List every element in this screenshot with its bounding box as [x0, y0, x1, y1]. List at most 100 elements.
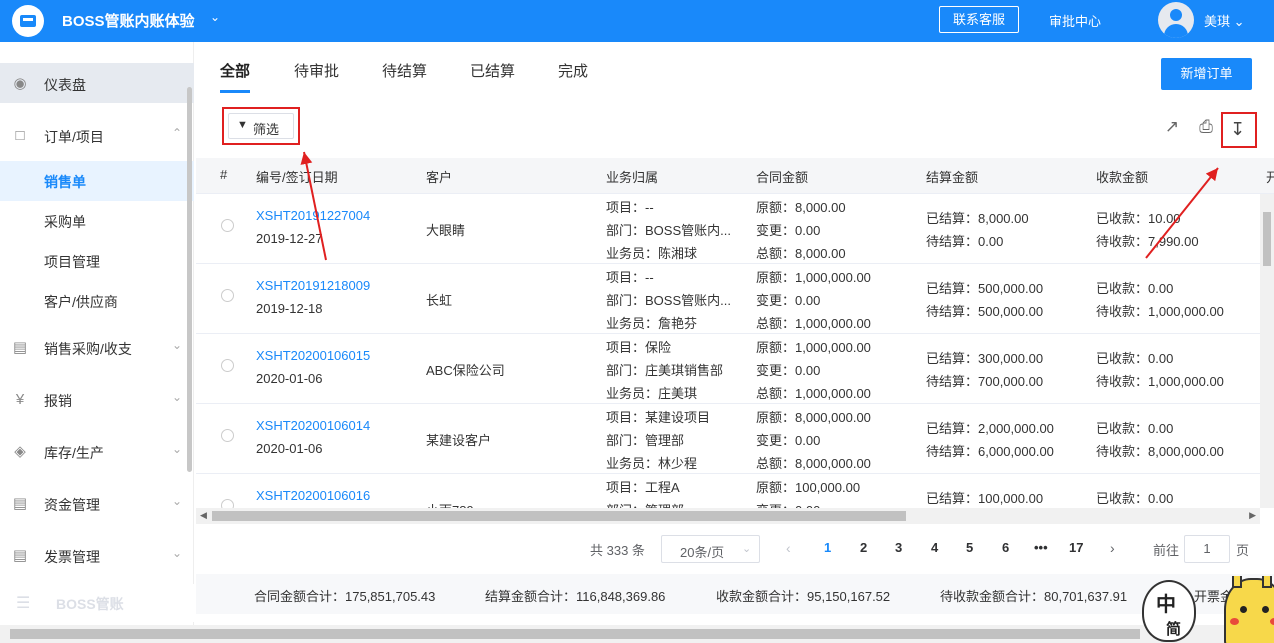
page-size-select[interactable]: 20条/页 ⌄ [661, 535, 760, 563]
table-body: XSHT20191227004 2019-12-27 大眼睛 项目：-- 部门：… [196, 194, 1260, 508]
order-code-link[interactable]: XSHT20200106015 [256, 348, 370, 363]
settled-amount: 已结算：500,000.00 [926, 281, 1044, 296]
column-header[interactable]: 收款金额 [1096, 167, 1148, 186]
page-number[interactable]: 1 [824, 540, 831, 555]
tab-completed[interactable]: 完成 [558, 60, 588, 81]
received-amount: 已收款：0.00 [1096, 281, 1174, 296]
next-page-icon[interactable]: › [1110, 540, 1115, 556]
column-header[interactable]: 合同金额 [756, 167, 808, 186]
export-icon[interactable]: ↗ [1161, 116, 1183, 138]
chevron-down-icon[interactable]: ⌄ [210, 10, 220, 24]
pending-total: 待收款金额合计：80,701,637.91 [940, 589, 1128, 604]
change-amount: 变更：0.00 [756, 293, 821, 308]
tab-pending-approval[interactable]: 待审批 [294, 60, 339, 81]
chevron-down-icon: ⌄ [172, 390, 183, 404]
row-select-radio[interactable] [221, 499, 234, 508]
page-number[interactable]: 5 [966, 540, 973, 555]
app-logo-icon[interactable] [12, 5, 44, 37]
column-header[interactable]: 客户 [426, 167, 452, 186]
page-number[interactable]: 2 [860, 540, 867, 555]
received-total: 收款金额合计：95,150,167.52 [716, 589, 891, 604]
sidebar-item-inventory[interactable]: ◈ 库存/生产 ⌄ [0, 431, 194, 471]
row-select-radio[interactable] [221, 359, 234, 372]
unsettled-amount: 待结算：6,000,000.00 [926, 444, 1054, 459]
row-select-radio[interactable] [221, 429, 234, 442]
top-bar: BOSS管账内账体验 ⌄ 联系客服 审批中心 美琪 ⌄ [0, 0, 1274, 42]
chevron-down-icon: ⌄ [172, 494, 183, 508]
chevron-down-icon: ⌄ [742, 543, 752, 555]
table-vertical-scrollbar[interactable] [1260, 194, 1274, 508]
column-header[interactable]: 结算金额 [926, 167, 978, 186]
goto-page-input[interactable]: 1 [1184, 535, 1230, 563]
chevron-down-icon: ⌄ [1233, 14, 1245, 29]
sidebar-item-funds[interactable]: ▤ 资金管理 ⌄ [0, 483, 194, 523]
sort-highlight: ↧ [1221, 112, 1257, 148]
page-size-value: 20条/页 [680, 545, 725, 560]
sidebar-scrollbar[interactable] [187, 87, 192, 472]
total-amount: 总额：8,000,000.00 [756, 456, 871, 471]
page-horizontal-scrollbar[interactable] [0, 625, 1274, 643]
unreceived-amount: 待收款：1,000,000.00 [1096, 374, 1224, 389]
page-number[interactable]: 6 [1002, 540, 1009, 555]
column-header[interactable]: 开 [1266, 167, 1274, 186]
page-ellipsis[interactable]: ••• [1034, 540, 1048, 555]
table-row[interactable]: XSHT20200106016 小雨789 项目：工程A 部门：管理部 原额：1… [196, 474, 1260, 508]
order-code-link[interactable]: XSHT20191227004 [256, 208, 370, 223]
settled-amount: 已结算：8,000.00 [926, 211, 1029, 226]
order-code-link[interactable]: XSHT20200106016 [256, 488, 370, 503]
page-number[interactable]: 3 [895, 540, 902, 555]
sort-icon[interactable]: ↧ [1230, 119, 1245, 140]
sidebar-item-purchase-order[interactable]: 采购单 [0, 201, 194, 241]
sidebar-item-project-management[interactable]: 项目管理 [0, 241, 194, 281]
sidebar-item-orders[interactable]: □ 订单/项目 ⌃ [0, 115, 194, 155]
scroll-left-icon[interactable]: ◀ [200, 510, 207, 521]
filter-button[interactable]: ▼ 筛选 [228, 113, 294, 139]
order-date: 2020-01-06 [256, 371, 323, 386]
customer-name: 某建设客户 [426, 433, 492, 448]
scrollbar-thumb[interactable] [1263, 212, 1271, 266]
table-row[interactable]: XSHT20191218009 2019-12-18 长虹 项目：-- 部门：B… [196, 264, 1260, 334]
department: 部门：管理部 [606, 433, 685, 448]
table-row[interactable]: XSHT20191227004 2019-12-27 大眼睛 项目：-- 部门：… [196, 194, 1260, 264]
column-header[interactable]: 业务归属 [606, 167, 658, 186]
scrollbar-thumb[interactable] [212, 511, 906, 521]
contact-service-button[interactable]: 联系客服 [939, 6, 1019, 33]
sidebar-item-customer-supplier[interactable]: 客户/供应商 [0, 281, 194, 321]
table-row[interactable]: XSHT20200106014 2020-01-06 某建设客户 项目：某建设项… [196, 404, 1260, 474]
sidebar-footer: ☰ BOSS管账 [0, 584, 194, 622]
menu-collapse-icon[interactable]: ☰ [16, 593, 30, 613]
sidebar-item-reimburse[interactable]: ¥ 报销 ⌄ [0, 379, 194, 419]
received-amount: 已收款：10.00 [1096, 211, 1181, 226]
table-horizontal-scrollbar[interactable]: ◀ ▶ [196, 508, 1260, 524]
tab-pending-settlement[interactable]: 待结算 [382, 60, 427, 81]
sidebar-item-sales-order[interactable]: 销售单 [0, 161, 194, 201]
original-amount: 原额：8,000.00 [756, 200, 846, 215]
sidebar-item-invoice[interactable]: ▤ 发票管理 ⌄ [0, 535, 194, 575]
sidebar-item-dashboard[interactable]: ◉ 仪表盘 [0, 63, 194, 103]
prev-page-icon[interactable]: ‹ [786, 540, 791, 556]
unreceived-amount: 待收款：1,000,000.00 [1096, 304, 1224, 319]
table-row[interactable]: XSHT20200106015 2020-01-06 ABC保险公司 项目：保险… [196, 334, 1260, 404]
new-order-button[interactable]: 新增订单 [1161, 58, 1252, 90]
column-header[interactable]: 编号/签订日期 [256, 167, 338, 186]
page-number[interactable]: 4 [931, 540, 938, 555]
tab-all[interactable]: 全部 [220, 60, 251, 93]
user-name[interactable]: 美琪 ⌄ [1204, 11, 1245, 30]
order-code-link[interactable]: XSHT20191218009 [256, 278, 370, 293]
change-amount: 变更：0.00 [756, 500, 820, 508]
chevron-up-icon: ⌃ [172, 126, 183, 140]
row-select-radio[interactable] [221, 219, 234, 232]
print-icon[interactable]: ⎙ [1195, 116, 1217, 138]
unsettled-amount: 待结算：700,000.00 [926, 374, 1044, 389]
row-select-radio[interactable] [221, 289, 234, 302]
tab-settled[interactable]: 已结算 [470, 60, 515, 81]
scrollbar-thumb[interactable] [10, 629, 1140, 639]
approval-center-link[interactable]: 审批中心 [1049, 11, 1101, 30]
order-code-link[interactable]: XSHT20200106014 [256, 418, 370, 433]
scroll-right-icon[interactable]: ▶ [1249, 510, 1256, 521]
user-avatar[interactable] [1158, 2, 1194, 38]
project: 项目：保险 [606, 340, 672, 355]
app-title[interactable]: BOSS管账内账体验 [62, 10, 195, 31]
page-number[interactable]: 17 [1069, 540, 1083, 555]
sidebar-item-sales-purchase[interactable]: ▤ 销售采购/收支 ⌄ [0, 327, 194, 367]
